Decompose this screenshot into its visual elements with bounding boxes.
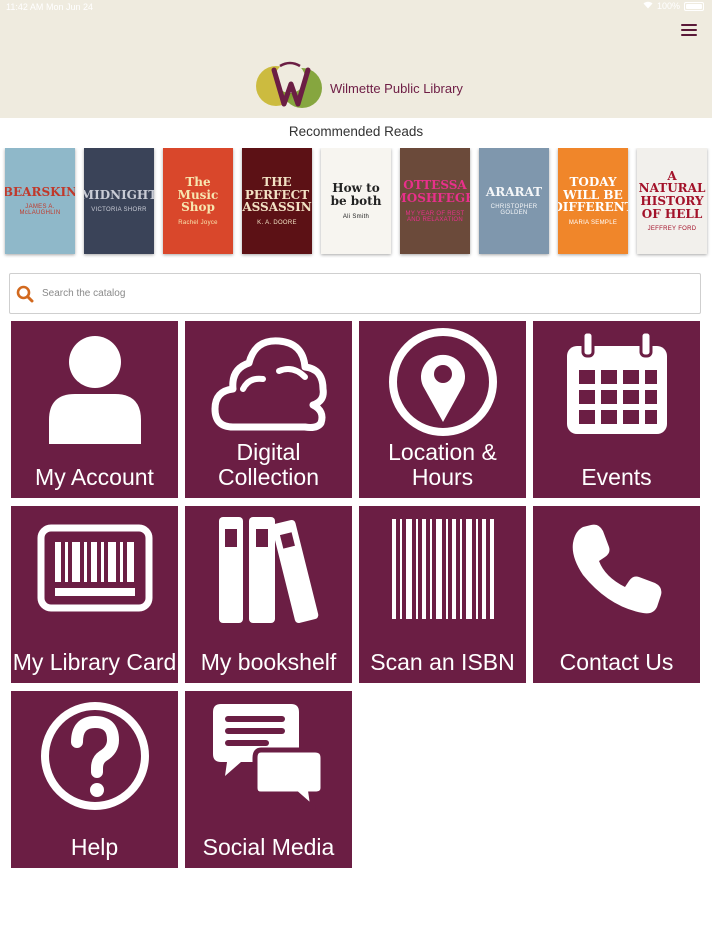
cloud-icon	[185, 321, 352, 446]
tile-my-account[interactable]: My Account	[11, 321, 178, 498]
search-icon	[16, 285, 34, 302]
phone-icon	[533, 506, 700, 631]
book-cover[interactable]: BEARSKIN JAMES A. McLAUGHLIN	[5, 148, 75, 254]
tile-contact-us[interactable]: Contact Us	[533, 506, 700, 683]
tile-label: Events	[581, 464, 652, 490]
book-author: Rachel Joyce	[178, 219, 218, 226]
search-bar[interactable]	[9, 273, 701, 314]
tile-label: My Account	[35, 464, 154, 490]
status-bar: 11:42 AM Mon Jun 24 100%	[0, 0, 712, 14]
book-cover[interactable]: OTTESSA MOSHFEGH MY YEAR OF REST AND RELA…	[400, 148, 470, 254]
person-icon	[11, 321, 178, 446]
library-card-icon	[11, 506, 178, 631]
book-author: JEFFREY FORD	[647, 226, 697, 233]
books-icon	[185, 506, 352, 631]
tile-label: My Library Card	[12, 649, 177, 675]
status-date: Mon Jun 24	[46, 2, 94, 12]
book-cover[interactable]: A NATURAL HISTORY OF HELL JEFFREY FORD	[637, 148, 707, 254]
help-icon	[11, 691, 178, 816]
logo-mark-icon	[256, 61, 322, 108]
tile-label: Digital Collection	[218, 439, 319, 490]
tile-label: Contact Us	[559, 649, 674, 675]
book-title: A NATURAL HISTORY OF HELL	[638, 168, 706, 221]
book-author: MARIA SEMPLE	[568, 219, 618, 226]
wifi-icon	[643, 1, 653, 11]
book-title: The Music Shop	[177, 175, 219, 215]
book-cover[interactable]: TODAY WILL BE DIFFERENT MARIA SEMPLE	[558, 148, 628, 254]
tile-digital-collection[interactable]: Digital Collection	[185, 321, 352, 498]
library-logo: Wilmette Public Library	[254, 58, 463, 114]
tile-label: Scan an ISBN	[370, 649, 515, 675]
tile-location-hours[interactable]: Location & Hours	[359, 321, 526, 498]
book-title: BEARSKIN	[5, 184, 75, 199]
library-name: Wilmette Public Library	[330, 80, 463, 96]
book-cover[interactable]: MIDNIGHT VICTORIA SHORR	[84, 148, 154, 254]
book-author: K. A. DOORE	[257, 219, 297, 226]
book-author: JAMES A. McLAUGHLIN	[19, 204, 61, 217]
book-author: VICTORIA SHORR	[91, 207, 147, 214]
status-right: 100%	[643, 1, 704, 11]
status-time: 11:42 AM	[6, 2, 44, 12]
book-title: MIDNIGHT	[84, 187, 154, 202]
tile-scan-isbn[interactable]: Scan an ISBN	[359, 506, 526, 683]
book-title: ARARAT	[485, 184, 543, 199]
recommended-title: Recommended Reads	[0, 118, 712, 146]
book-title: OTTESSA MOSHFEGH	[400, 178, 470, 205]
book-title: TODAY WILL BE DIFFERENT	[558, 175, 628, 215]
book-cover[interactable]: The Music Shop Rachel Joyce	[163, 148, 233, 254]
tile-my-bookshelf[interactable]: My bookshelf	[185, 506, 352, 683]
app-header: 11:42 AM Mon Jun 24 100% Wilmette Public…	[0, 0, 712, 118]
book-cover[interactable]: THE PERFECT ASSASSIN K. A. DOORE	[242, 148, 312, 254]
map-pin-icon	[359, 321, 526, 446]
tile-social-media[interactable]: Social Media	[185, 691, 352, 868]
tile-label: Social Media	[202, 834, 335, 860]
book-title: THE PERFECT ASSASSIN	[242, 175, 312, 215]
hamburger-menu-icon[interactable]	[676, 18, 702, 42]
chat-bubbles-icon	[185, 691, 352, 816]
battery-icon	[684, 1, 704, 11]
book-carousel[interactable]: BEARSKIN JAMES A. McLAUGHLIN MIDNIGHT VICTO…	[0, 148, 712, 258]
book-cover[interactable]: How to be both Ali Smith	[321, 148, 391, 254]
tile-help[interactable]: Help	[11, 691, 178, 868]
tile-label: Location & Hours	[388, 439, 497, 490]
tile-my-library-card[interactable]: My Library Card	[11, 506, 178, 683]
book-title: How to be both	[330, 181, 382, 208]
book-author: MY YEAR OF REST AND RELAXATION	[405, 210, 465, 223]
book-cover[interactable]: ARARAT CHRISTOPHER GOLDEN	[479, 148, 549, 254]
tile-label: Help	[70, 834, 119, 860]
calendar-icon	[533, 321, 700, 446]
book-author: Ali Smith	[342, 213, 370, 220]
tile-events[interactable]: Events	[533, 321, 700, 498]
search-input[interactable]	[42, 288, 682, 299]
battery-percent: 100%	[656, 1, 680, 11]
tile-label: My bookshelf	[200, 649, 337, 675]
barcode-icon	[359, 506, 526, 631]
book-author: CHRISTOPHER GOLDEN	[490, 204, 538, 217]
